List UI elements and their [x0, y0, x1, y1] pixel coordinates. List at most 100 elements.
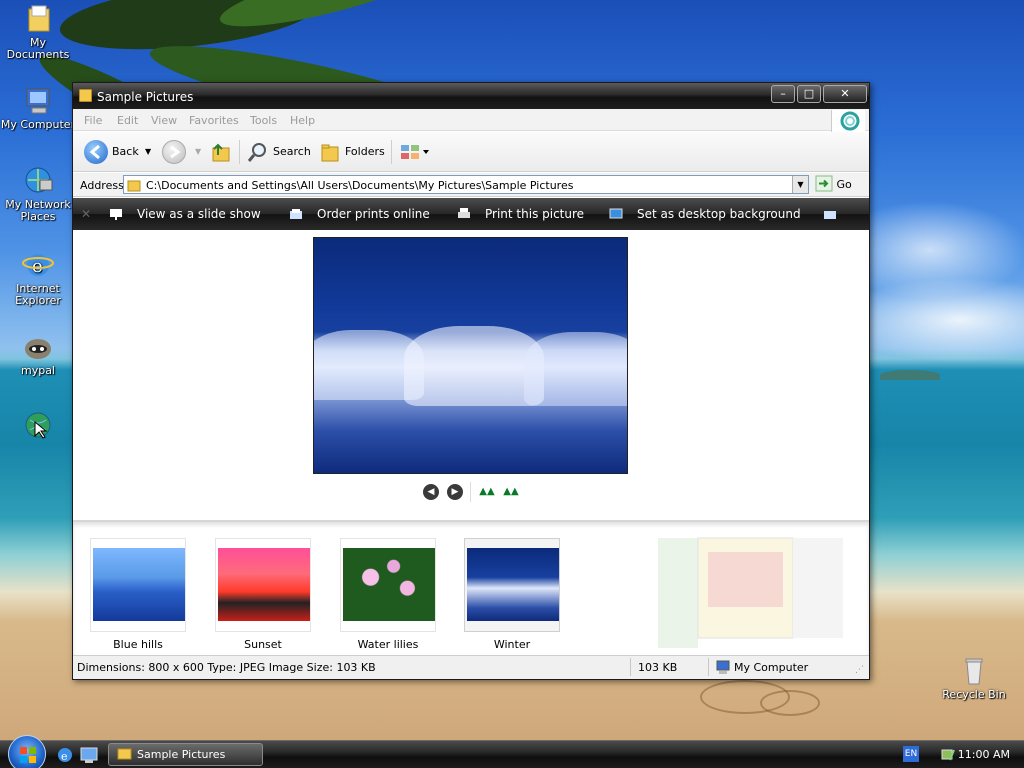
- desktop-icon-label: Internet Explorer: [15, 282, 61, 307]
- views-button[interactable]: [399, 140, 433, 164]
- desktop-icon-label: My Documents: [6, 36, 70, 61]
- language-indicator[interactable]: EN: [903, 746, 919, 762]
- desktop-icon-my-network-places[interactable]: My Network Places: [0, 166, 76, 223]
- rotate-counterclockwise-button[interactable]: ▲▲: [503, 486, 519, 498]
- quicklaunch-ie-icon[interactable]: e: [56, 746, 74, 767]
- address-input[interactable]: C:\Documents and Settings\All Users\Docu…: [123, 175, 809, 194]
- desktop-icon-my-documents[interactable]: My Documents: [0, 4, 76, 61]
- menu-view[interactable]: View: [151, 114, 177, 127]
- slideshow-icon: [109, 208, 123, 220]
- status-details: Dimensions: 800 x 600 Type: JPEG Image S…: [77, 661, 376, 674]
- svg-text:e: e: [61, 750, 68, 763]
- pictures-folder-watermark-icon: [658, 537, 843, 648]
- taskbar: e Sample Pictures EN 11:00 AM: [0, 735, 1024, 768]
- thumbnail-caption: Water lilies: [357, 638, 419, 651]
- go-arrow-icon: [815, 175, 833, 192]
- preview-image-winter[interactable]: [313, 237, 628, 474]
- search-icon[interactable]: [247, 140, 269, 164]
- frost-tree: [404, 326, 544, 406]
- maximize-button[interactable]: □: [797, 85, 821, 103]
- task-set-desktop-background[interactable]: Set as desktop background: [609, 207, 801, 221]
- desktop-icon-globe[interactable]: [0, 410, 76, 443]
- back-button[interactable]: Back: [112, 140, 139, 164]
- folder-icon: [117, 748, 132, 760]
- toolbar-separator: [391, 140, 392, 164]
- task-label: Print this picture: [485, 207, 585, 221]
- back-arrow-icon[interactable]: [84, 140, 108, 164]
- desktop-icon-mypal[interactable]: mypal: [0, 332, 76, 377]
- menu-favorites[interactable]: Favorites: [189, 114, 239, 127]
- next-image-button[interactable]: ▶: [447, 484, 463, 500]
- desktop-background-icon: [609, 208, 623, 220]
- search-button[interactable]: Search: [273, 140, 311, 164]
- folder-documents-icon: [22, 4, 54, 34]
- windows-logo-icon: [20, 747, 36, 763]
- status-separator: [630, 658, 631, 676]
- taskbar-button-sample-pictures[interactable]: Sample Pictures: [108, 743, 263, 766]
- task-order-prints[interactable]: Order prints online: [289, 207, 430, 221]
- quicklaunch-show-desktop-icon[interactable]: [80, 746, 98, 767]
- status-bar: Dimensions: 800 x 600 Type: JPEG Image S…: [73, 655, 869, 679]
- thumbnail-image: [467, 548, 559, 621]
- desktop-icon-label: Recycle Bin: [942, 688, 1006, 701]
- back-dropdown-icon[interactable]: ▼: [145, 140, 151, 164]
- start-button[interactable]: [8, 735, 46, 768]
- picture-tasks-bar: ✕ View as a slide show Order prints onli…: [73, 198, 869, 230]
- desktop-icon-label: mypal: [20, 364, 55, 377]
- clock: 11:00 AM: [957, 748, 1010, 761]
- status-size: 103 KB: [638, 661, 678, 674]
- folders-icon[interactable]: [319, 140, 341, 164]
- task-more-icon[interactable]: [823, 207, 851, 221]
- rotate-clockwise-button[interactable]: ▲▲: [479, 486, 495, 498]
- close-button[interactable]: ✕: [823, 85, 867, 103]
- computer-icon: [22, 86, 54, 116]
- printer-icon: [457, 208, 471, 220]
- menu-file[interactable]: File: [84, 114, 102, 127]
- up-folder-icon: [212, 143, 230, 162]
- thumbnail-blue-hills[interactable]: Blue hills: [90, 538, 186, 651]
- frost-tree: [524, 332, 627, 406]
- close-tasks-icon[interactable]: ✕: [81, 207, 91, 221]
- menu-bar: File Edit View Favorites Tools Help: [73, 109, 869, 132]
- desktop-icon-my-computer[interactable]: My Computer: [0, 86, 76, 131]
- task-view-slide-show[interactable]: View as a slide show: [109, 207, 261, 221]
- task-label: View as a slide show: [137, 207, 261, 221]
- address-bar: Address C:\Documents and Settings\All Us…: [73, 173, 869, 197]
- desktop-icon-recycle-bin[interactable]: Recycle Bin: [936, 656, 1012, 701]
- forward-dropdown-icon[interactable]: ▼: [195, 140, 201, 164]
- thumbnail-image: [218, 548, 310, 621]
- menu-help[interactable]: Help: [290, 114, 315, 127]
- resize-grip-icon[interactable]: ⋰: [855, 665, 864, 675]
- filmstrip: Blue hills Sunset Water lilies Winter: [73, 520, 869, 655]
- thumbnail-caption: Sunset: [244, 638, 282, 651]
- views-icon: [401, 145, 429, 159]
- minimize-button[interactable]: –: [771, 85, 795, 103]
- address-dropdown-icon[interactable]: ▼: [792, 176, 808, 193]
- network-tray-icon[interactable]: [940, 746, 958, 767]
- go-label: Go: [836, 178, 852, 191]
- menu-edit[interactable]: Edit: [117, 114, 138, 127]
- more-tasks-icon: [823, 208, 837, 220]
- forward-button[interactable]: [162, 140, 186, 164]
- address-label: Address: [80, 179, 124, 192]
- island: [880, 370, 940, 380]
- up-folder-button[interactable]: [207, 140, 233, 164]
- desktop-icon-internet-explorer[interactable]: e Internet Explorer: [0, 250, 76, 307]
- title-bar[interactable]: Sample Pictures – □ ✕: [73, 83, 869, 109]
- thumbnail-caption: Winter: [493, 638, 531, 651]
- sand-heart: [760, 690, 820, 716]
- task-print-picture[interactable]: Print this picture: [457, 207, 584, 221]
- thumbnail-water-lilies[interactable]: Water lilies: [340, 538, 436, 651]
- folders-button[interactable]: Folders: [345, 140, 385, 164]
- forward-arrow-icon: [170, 145, 181, 159]
- go-button[interactable]: Go: [815, 175, 865, 194]
- previous-image-button[interactable]: ◀: [423, 484, 439, 500]
- thumbnail-winter[interactable]: Winter: [464, 538, 560, 651]
- recycle-bin-icon: [958, 656, 990, 686]
- menu-tools[interactable]: Tools: [250, 114, 277, 127]
- thumbnail-sunset[interactable]: Sunset: [215, 538, 311, 651]
- folder-icon: [127, 180, 141, 192]
- taskbar-button-label: Sample Pictures: [137, 748, 226, 761]
- ie-icon: e: [22, 250, 54, 280]
- windows-logo-box: [831, 110, 865, 132]
